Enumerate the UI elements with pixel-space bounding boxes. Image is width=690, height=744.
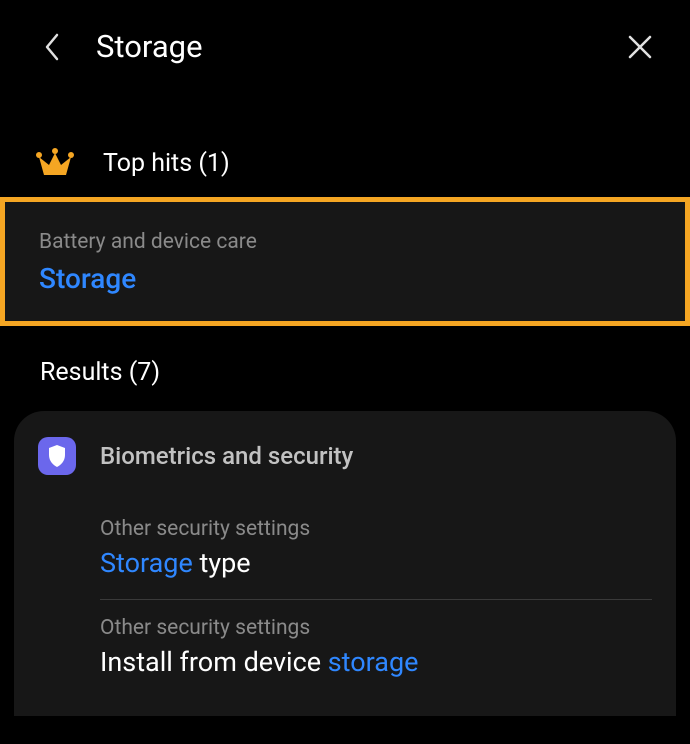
crown-icon xyxy=(35,147,75,179)
result-group-header: Biometrics and security xyxy=(14,437,676,501)
result-breadcrumb: Other security settings xyxy=(100,616,652,640)
top-hit-title: Storage xyxy=(39,262,651,295)
shield-icon xyxy=(38,437,76,475)
result-item[interactable]: Other security settings Install from dev… xyxy=(14,600,676,698)
result-item[interactable]: Other security settings Storage type xyxy=(14,501,676,599)
results-label: Results (7) xyxy=(0,358,690,387)
result-breadcrumb: Other security settings xyxy=(100,517,652,541)
top-hits-header: Top hits (1) xyxy=(0,147,690,179)
result-group-title: Biometrics and security xyxy=(100,442,353,470)
top-hit-breadcrumb: Battery and device care xyxy=(39,230,651,254)
chevron-left-icon xyxy=(43,32,61,62)
result-title: Storage type xyxy=(100,547,652,579)
back-button[interactable] xyxy=(32,32,72,62)
results-container: Biometrics and security Other security s… xyxy=(14,411,676,716)
close-icon xyxy=(627,34,653,60)
result-title: Install from device storage xyxy=(100,646,652,678)
top-hits-label: Top hits (1) xyxy=(103,149,230,178)
top-hit-item[interactable]: Battery and device care Storage xyxy=(0,197,690,326)
page-title: Storage xyxy=(96,28,620,65)
close-button[interactable] xyxy=(620,34,660,60)
header-bar: Storage xyxy=(0,0,690,75)
